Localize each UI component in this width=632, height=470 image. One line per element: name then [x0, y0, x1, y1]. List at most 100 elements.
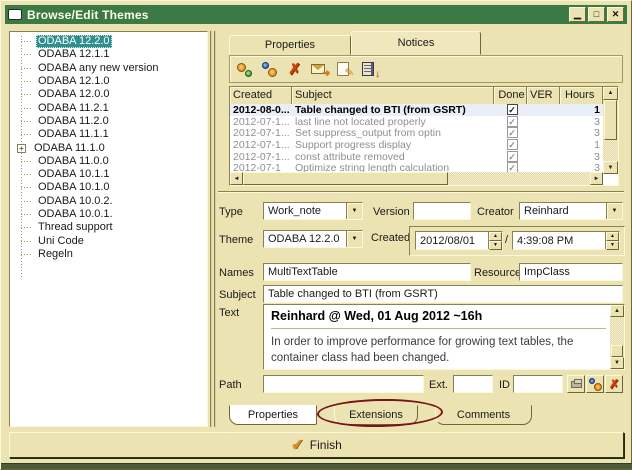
tree-item[interactable]: ODABA 10.1.0 [14, 181, 205, 194]
finish-button[interactable]: ✔ Finish [9, 432, 624, 458]
tab-properties-bottom[interactable]: Properties [229, 405, 317, 425]
type-select[interactable]: Work_note ▼ [263, 202, 363, 220]
scroll-thumb[interactable] [604, 100, 617, 140]
tree-item[interactable]: ODABA 12.1.1 [14, 48, 205, 61]
table-cell: ✓ [494, 104, 527, 116]
link-note-icon[interactable] [261, 61, 278, 78]
tree-connector-icon [21, 214, 33, 215]
theme-select[interactable]: ODABA 12.2.0 ▼ [263, 230, 363, 248]
tree-item[interactable]: ODABA any new version [14, 62, 205, 75]
tree-item[interactable]: ODABA 12.0.0 [14, 88, 205, 101]
close-button[interactable]: ✕ [607, 7, 624, 22]
table-cell: ✓ [494, 127, 527, 139]
done-checkbox[interactable]: ✓ [507, 116, 518, 127]
chevron-down-icon[interactable]: ▼ [606, 203, 622, 219]
chevron-down-icon[interactable]: ▼ [346, 231, 362, 247]
scroll-down-icon[interactable]: ▼ [610, 357, 624, 369]
ext-field[interactable] [453, 375, 493, 393]
tree-connector-icon [21, 254, 33, 255]
scroll-up-icon[interactable]: ▲ [610, 305, 624, 317]
panel-splitter[interactable] [210, 31, 217, 427]
names-field[interactable]: MultiTextTable [263, 263, 471, 281]
spin-up-icon[interactable]: ▲ [606, 232, 619, 241]
table-row[interactable]: 2012-07-1...Support progress display✓1 [230, 139, 603, 151]
column-header-subject[interactable]: Subject [292, 87, 494, 104]
tree-item-label: ODABA 12.0.0 [36, 88, 112, 101]
scroll-thumb[interactable] [243, 172, 448, 185]
spin-down-icon[interactable]: ▼ [489, 241, 502, 250]
done-checkbox[interactable]: ✓ [507, 151, 518, 162]
text-vertical-scrollbar[interactable]: ▲ ▼ [610, 305, 624, 369]
separator [218, 191, 624, 193]
delete-note-icon[interactable]: ✗ [286, 61, 303, 78]
tab-extensions[interactable]: Extensions [334, 405, 418, 425]
tree-item-label: ODABA 10.1.1 [36, 168, 112, 181]
subject-field[interactable]: Table changed to BTI (from GSRT) [263, 285, 623, 303]
tree-item[interactable]: ODABA 10.0.2. [14, 195, 205, 208]
tree-item[interactable]: ODABA 11.1.1 [14, 128, 205, 141]
maximize-button[interactable]: □ [588, 7, 605, 22]
id-field[interactable] [513, 375, 563, 393]
id-label: ID [499, 379, 510, 391]
tree-item[interactable]: ODABA 11.2.0 [14, 115, 205, 128]
path-label: Path [219, 379, 242, 391]
tree-connector-icon [21, 68, 33, 69]
tree-item[interactable]: Uni Code [14, 234, 205, 247]
column-header-done[interactable]: Done [494, 87, 527, 104]
new-note-icon[interactable] [236, 61, 253, 78]
table-horizontal-scrollbar[interactable]: ◄ ► [230, 172, 603, 185]
tree-item[interactable]: ODABA 11.2.1 [14, 101, 205, 114]
path-field[interactable] [263, 375, 424, 393]
link-button[interactable] [586, 375, 604, 393]
column-header-created[interactable]: Created [230, 87, 292, 104]
minimize-button[interactable]: ▁ [569, 7, 586, 22]
bottom-tab-bar: Properties Extensions Comments [229, 405, 532, 426]
table-row[interactable]: 2012-07-1...last line not located proper… [230, 116, 603, 128]
tree-item[interactable]: ODABA 10.0.1. [14, 208, 205, 221]
send-mail-icon[interactable]: ➜ [311, 61, 328, 78]
table-row[interactable]: 2012-07-1...Set suppress_output from opt… [230, 127, 603, 139]
version-field[interactable] [413, 202, 471, 220]
expand-plus-icon[interactable]: + [17, 144, 26, 153]
delete-button[interactable]: ✗ [605, 375, 623, 393]
tree-item[interactable]: ODABA 11.0.0 [14, 155, 205, 168]
tab-properties-top[interactable]: Properties [229, 35, 351, 55]
edit-note-icon[interactable]: ✎ [336, 61, 353, 78]
tree-item[interactable]: ODABA 10.1.1 [14, 168, 205, 181]
table-cell: ✓ [494, 151, 527, 163]
scroll-up-icon[interactable]: ▲ [603, 87, 618, 100]
chevron-down-icon[interactable]: ▼ [346, 203, 362, 219]
theme-tree[interactable]: ODABA 12.2.0ODABA 12.1.1ODABA any new ve… [9, 31, 208, 427]
table-row[interactable]: 2012-08-0...Table changed to BTI (from G… [230, 104, 603, 116]
report-icon[interactable]: ↓ [361, 61, 378, 78]
scroll-down-icon[interactable]: ▼ [603, 161, 618, 174]
table-vertical-scrollbar[interactable]: ▲ ▼ [603, 87, 618, 174]
print-button[interactable] [567, 375, 585, 393]
tree-item[interactable]: ODABA 12.1.0 [14, 75, 205, 88]
done-checkbox[interactable]: ✓ [507, 127, 518, 138]
column-header-ver[interactable]: VER [527, 87, 560, 104]
tab-comments[interactable]: Comments [435, 405, 532, 425]
tree-item[interactable]: Regeln [14, 248, 205, 261]
creator-select[interactable]: Reinhard ▼ [519, 202, 623, 220]
done-checkbox[interactable]: ✓ [507, 104, 518, 115]
tree-connector-icon [21, 134, 33, 135]
table-cell: last line not located properly [292, 116, 494, 128]
scroll-right-icon[interactable]: ► [590, 172, 603, 185]
tree-item[interactable]: +ODABA 11.1.0 [14, 141, 205, 154]
column-header-hours[interactable]: Hours [560, 87, 603, 104]
spin-down-icon[interactable]: ▼ [606, 241, 619, 250]
text-editor[interactable]: Reinhard @ Wed, 01 Aug 2012 ~16h In orde… [263, 304, 625, 370]
scroll-left-icon[interactable]: ◄ [230, 172, 243, 185]
created-time-spinner[interactable]: 4:39:08 PM ▲▼ [512, 231, 620, 250]
tree-item[interactable]: ODABA 12.2.0 [14, 35, 205, 48]
table-row[interactable]: 2012-07-1...const attribute removed✓3 [230, 151, 603, 163]
tree-item[interactable]: Thread support [14, 221, 205, 234]
scroll-thumb[interactable] [611, 345, 623, 357]
created-date-spinner[interactable]: 2012/08/01 ▲▼ [415, 231, 503, 250]
titlebar[interactable]: Browse/Edit Themes ▁ □ ✕ [5, 5, 627, 24]
resource-field[interactable]: ImpClass [519, 263, 623, 281]
tab-notices[interactable]: Notices [351, 31, 481, 55]
spin-up-icon[interactable]: ▲ [489, 232, 502, 241]
done-checkbox[interactable]: ✓ [507, 139, 518, 150]
